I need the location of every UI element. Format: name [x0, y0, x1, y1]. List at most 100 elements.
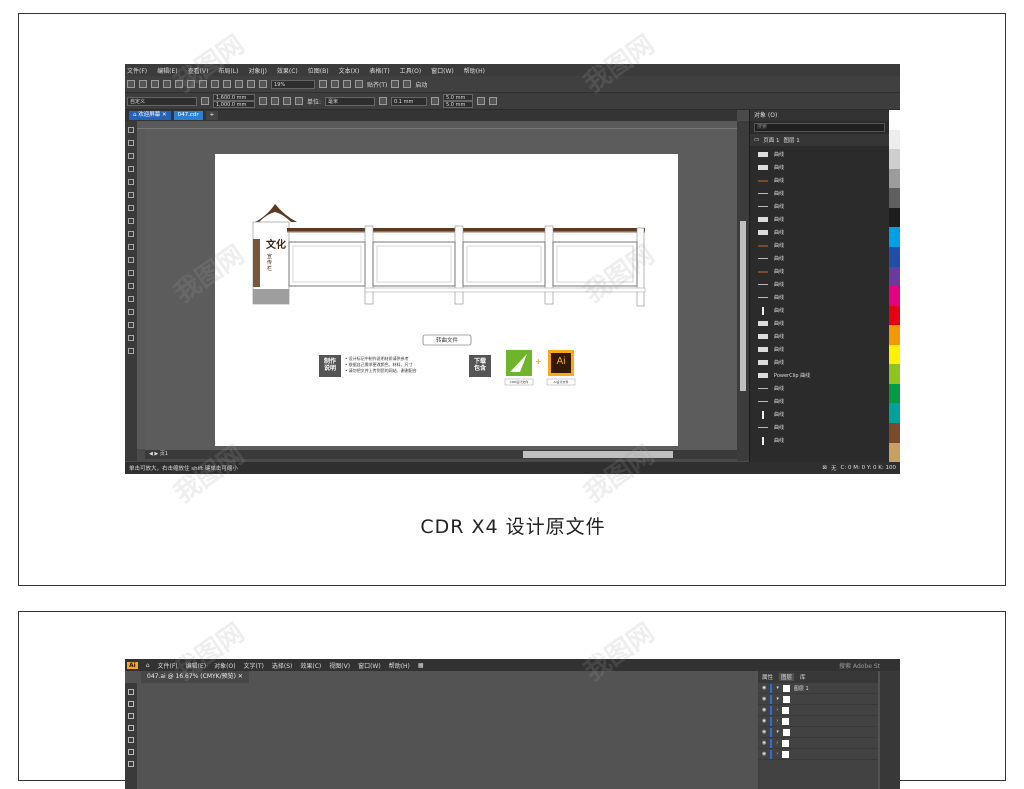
full-screen-icon[interactable]	[319, 80, 327, 88]
palette-swatch[interactable]	[889, 442, 900, 463]
object-list-item[interactable]: 曲线	[758, 421, 889, 434]
object-list-item[interactable]: 曲线	[758, 187, 889, 200]
palette-swatch[interactable]	[889, 423, 900, 443]
chevron-right-icon[interactable]: ›	[776, 718, 778, 724]
page-height-field[interactable]: 1,000.0 mm	[213, 101, 255, 108]
snap-to-dropdown[interactable]: 贴齐(T)	[367, 80, 387, 89]
palette-swatch[interactable]	[889, 266, 900, 287]
dup-x-field[interactable]: 5.0 mm	[443, 94, 474, 101]
new-icon[interactable]	[127, 80, 135, 88]
object-list-item[interactable]: 曲线	[758, 278, 889, 291]
docker-page-label[interactable]: 页面 1	[763, 136, 779, 144]
object-list-item[interactable]: 曲线	[758, 213, 889, 226]
shape-tool-icon[interactable]	[128, 140, 134, 146]
drawing-page[interactable]: 文化 宣传栏 转曲文件 制作 说明 • 设计标记中制作说明材质请供参考 • 根据…	[215, 154, 678, 446]
ai-document-tab[interactable]: 047.ai @ 16.67% (CMYK/预览) ✕	[141, 671, 249, 683]
eyedropper-tool-icon[interactable]	[128, 322, 134, 328]
connector-tool-icon[interactable]	[128, 283, 134, 289]
palette-swatch[interactable]	[889, 344, 900, 365]
tab-047-cdr[interactable]: 047.cdr	[173, 111, 203, 120]
palette-swatch[interactable]	[889, 325, 900, 345]
pick-tool-icon[interactable]	[128, 127, 134, 133]
palette-swatch[interactable]	[889, 246, 900, 267]
launch-icon[interactable]	[403, 80, 412, 88]
object-list-item[interactable]: 曲线	[758, 200, 889, 213]
object-list-item[interactable]: 曲线	[758, 161, 889, 174]
tab-layers[interactable]: 图层	[779, 673, 795, 681]
palette-swatch[interactable]	[889, 227, 900, 247]
export-icon[interactable]	[175, 80, 183, 88]
tab-libraries[interactable]: 库	[800, 673, 806, 681]
app-launcher-icon[interactable]	[259, 80, 267, 88]
object-list-item[interactable]: 曲线	[758, 382, 889, 395]
horizontal-scrollbar[interactable]: ◀ ▶ 页1	[145, 450, 737, 459]
sublayer-row[interactable]: ◉ ▾	[758, 727, 878, 738]
zoom-level-field[interactable]: 19%	[271, 79, 315, 89]
object-list-item[interactable]: 曲线	[758, 226, 889, 239]
ai-menu-type[interactable]: 文字(T)	[244, 661, 264, 670]
eye-icon[interactable]: ◉	[762, 718, 766, 724]
sublayer-row[interactable]: ◉ ›	[758, 705, 878, 716]
object-list-item[interactable]: 曲线	[758, 148, 889, 161]
save-icon[interactable]	[151, 80, 159, 88]
undo-icon[interactable]	[235, 80, 243, 88]
polygon-tool-icon[interactable]	[128, 231, 134, 237]
docker-layer-label[interactable]: 图层 1	[783, 136, 799, 144]
object-list-item[interactable]: 曲线	[758, 265, 889, 278]
smart-fill-icon[interactable]	[128, 192, 134, 198]
palette-swatch[interactable]	[889, 364, 900, 384]
menu-file[interactable]: 文件(F)	[127, 66, 147, 75]
palette-swatch[interactable]	[889, 383, 900, 404]
ai-menu-window[interactable]: 窗口(W)	[358, 661, 381, 670]
palette-swatch[interactable]	[889, 188, 900, 208]
palette-swatch[interactable]	[889, 168, 900, 189]
object-list-item[interactable]: 曲线	[758, 239, 889, 252]
page-navigator[interactable]: ◀ ▶ 页1	[149, 450, 168, 457]
object-list-item[interactable]: 曲线	[758, 174, 889, 187]
rulers-icon[interactable]	[331, 80, 339, 88]
sublayer-row[interactable]: ◉ ›	[758, 716, 878, 727]
sublayer-row[interactable]: ◉ ›	[758, 738, 878, 749]
paste-icon[interactable]	[223, 80, 231, 88]
zoom-tool-icon[interactable]	[128, 166, 134, 172]
all-pages-icon[interactable]	[283, 97, 291, 105]
menu-help[interactable]: 帮助(H)	[464, 66, 485, 75]
menu-view[interactable]: 查看(V)	[188, 66, 209, 75]
copy-icon[interactable]	[211, 80, 219, 88]
add-icon[interactable]	[489, 97, 498, 105]
palette-swatch[interactable]	[889, 305, 900, 326]
object-list-item[interactable]: 曲线	[758, 330, 889, 343]
chevron-right-icon[interactable]: ›	[776, 740, 778, 746]
chevron-down-icon[interactable]: ▾	[776, 685, 779, 691]
chevron-down-icon[interactable]: ▾	[776, 729, 779, 735]
layer-name[interactable]: 图层 1	[794, 685, 809, 692]
table-tool-icon[interactable]	[128, 257, 134, 263]
fill-tool-icon[interactable]	[128, 335, 134, 341]
ai-menu-select[interactable]: 选择(S)	[272, 661, 293, 670]
text-tool-icon[interactable]	[128, 244, 134, 250]
ai-menu-edit[interactable]: 编辑(E)	[186, 661, 206, 670]
guidelines-icon[interactable]	[355, 80, 363, 88]
object-list-item[interactable]: 曲线	[758, 408, 889, 421]
landscape-icon[interactable]	[271, 97, 279, 105]
grid-icon[interactable]	[343, 80, 351, 88]
menu-effects[interactable]: 效果(C)	[277, 66, 298, 75]
menu-layout[interactable]: 布局(L)	[218, 66, 238, 75]
curvature-tool-icon[interactable]	[128, 725, 134, 731]
blend-tool-icon[interactable]	[128, 296, 134, 302]
brush-tool-icon[interactable]	[128, 749, 134, 755]
pen-tool-icon[interactable]	[128, 713, 134, 719]
ai-menu-file[interactable]: 文件(F)	[158, 661, 178, 670]
palette-swatch[interactable]	[889, 207, 900, 228]
layer-row[interactable]: ◉ ▾ 图层 1	[758, 683, 878, 694]
page-preset-dropdown[interactable]: 自定义	[127, 96, 197, 106]
rectangle-tool-icon[interactable]	[128, 737, 134, 743]
selection-tool-icon[interactable]	[128, 689, 134, 695]
tab-properties[interactable]: 属性	[762, 673, 773, 681]
eye-icon[interactable]: ◉	[762, 751, 766, 757]
horizontal-scroll-thumb[interactable]	[523, 451, 673, 458]
dup-y-field[interactable]: 5.0 mm	[443, 101, 474, 108]
dimension-tool-icon[interactable]	[128, 270, 134, 276]
print-icon[interactable]	[187, 80, 195, 88]
chevron-right-icon[interactable]: ›	[776, 751, 778, 757]
